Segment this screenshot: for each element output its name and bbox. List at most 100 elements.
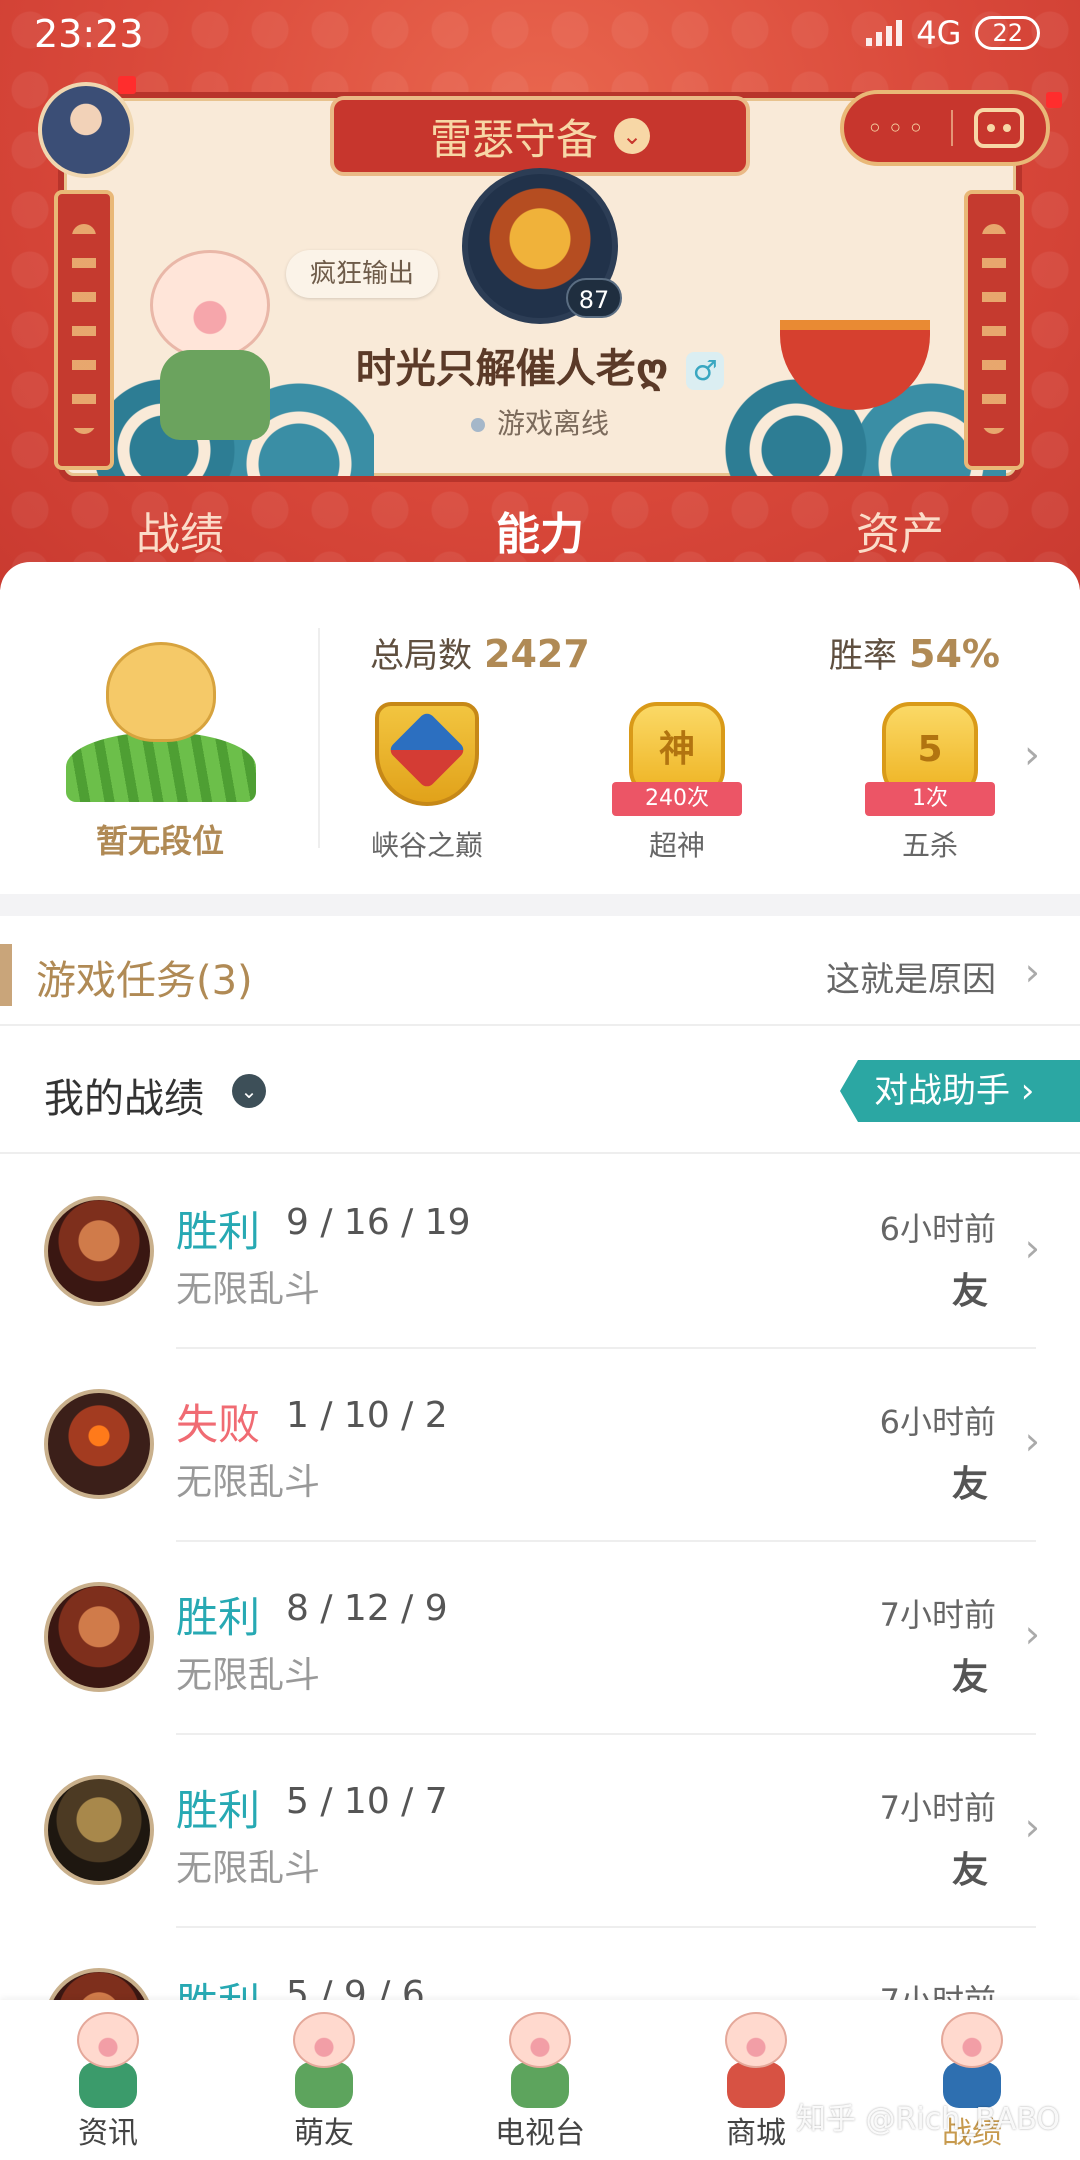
friend-badge: 友 (951, 1657, 988, 1698)
nav-tv[interactable]: 电视台 (432, 2000, 648, 2160)
match-row[interactable]: 胜利 5 / 9 / 6 7小时前 (0, 1928, 1080, 2001)
nav-label: 电视台 (495, 2116, 585, 2151)
match-mode: 无限乱斗 (176, 1462, 321, 1503)
match-time: 6小时前 (879, 1403, 996, 1441)
nickname-text: 时光只解催人老ღ (355, 346, 669, 392)
match-time: 7小时前 (879, 1789, 996, 1827)
champion-avatar (44, 1389, 154, 1499)
win-rate: 胜率 54% (829, 628, 1000, 677)
match-row[interactable]: 胜利 9 / 16 / 19 无限乱斗 6小时前 友 › (0, 1156, 1080, 1349)
match-result: 胜利 (176, 1970, 260, 2001)
pig-shop-icon (713, 2012, 799, 2112)
more-button[interactable]: ◦◦◦ (844, 112, 951, 145)
stats-card[interactable]: 暂无段位 总局数 2427 胜率 54% 峡谷之巅 神 240次 超神 5 1次 五… (0, 592, 1080, 894)
online-status-text: 游戏离线 (496, 407, 609, 440)
rank-emblem-icon (66, 632, 256, 802)
notification-dot (118, 76, 136, 94)
pig-face (77, 2012, 139, 2068)
total-games-value: 2427 (484, 632, 590, 676)
match-time: 6小时前 (879, 1210, 996, 1248)
server-selector[interactable]: 雷瑟守备 ⌄ (330, 96, 750, 176)
champion-avatar (44, 1582, 154, 1692)
signal-icon (866, 20, 903, 46)
status-bar: 23:23 4G 22 (0, 0, 1080, 70)
chevron-right-icon: › (1024, 950, 1040, 994)
section-gap (0, 894, 1080, 916)
win-rate-label: 胜率 (829, 636, 898, 676)
rank-label: 暂无段位 (95, 822, 224, 860)
pig-body (511, 2062, 569, 2108)
match-kda: 5 / 9 / 6 (286, 1974, 425, 2001)
game-tasks-link[interactable]: 这就是原因 (826, 952, 996, 1001)
medal-legendary[interactable]: 神 240次 超神 (602, 702, 752, 862)
nav-news[interactable]: 资讯 (0, 2000, 216, 2160)
chevron-right-icon: › (1024, 1419, 1040, 1463)
notification-dot (1046, 92, 1062, 108)
pig-tv-icon (497, 2012, 583, 2112)
grass-decoration (66, 732, 256, 802)
male-gender-icon: ♂ (686, 352, 725, 390)
match-row[interactable]: 失败 1 / 10 / 2 无限乱斗 6小时前 友 › (0, 1349, 1080, 1542)
header-curve (0, 562, 1080, 590)
badge-glyph: 5 (917, 729, 943, 770)
total-games: 总局数 2427 (370, 628, 590, 677)
friend-badge: 友 (951, 1850, 988, 1891)
chevron-right-icon: › (1024, 1805, 1040, 1849)
teemo-mascot (106, 642, 216, 742)
medal-count: 240次 (612, 782, 742, 816)
pig-body (295, 2062, 353, 2108)
win-rate-value: 54% (909, 632, 1000, 676)
divider (318, 628, 320, 848)
watermark: 知乎 @Rich_BABO (796, 2102, 1060, 2137)
match-result: 胜利 (176, 1593, 261, 1642)
pig-news-icon (65, 2012, 151, 2112)
chevron-right-icon: › (1024, 1226, 1040, 1270)
level-badge: 87 (566, 278, 622, 318)
player-nickname: 时光只解催人老ღ ♂ (0, 336, 1080, 394)
shield-emblem-icon (375, 702, 479, 806)
medal-summit[interactable]: 峡谷之巅 (352, 702, 502, 862)
status-indicators: 4G 22 (866, 14, 1040, 52)
champion-avatar (44, 1968, 154, 2001)
my-record-title[interactable]: 我的战绩 (44, 1066, 204, 1124)
accent-bar (0, 944, 12, 1006)
nav-friends[interactable]: 萌友 (216, 2000, 432, 2160)
total-games-label: 总局数 (370, 636, 472, 676)
match-kda: 1 / 10 / 2 (286, 1395, 448, 1436)
match-row[interactable]: 胜利 8 / 12 / 9 无限乱斗 7小时前 友 › (0, 1542, 1080, 1735)
network-type: 4G (916, 14, 962, 52)
status-time: 23:23 (34, 12, 144, 56)
game-tasks-title: 游戏任务(3) (36, 958, 253, 1004)
champion-avatar (44, 1775, 154, 1885)
match-mode: 无限乱斗 (176, 1269, 321, 1310)
battery-icon: 22 (975, 16, 1040, 50)
medal-pentakill[interactable]: 5 1次 五杀 (855, 702, 1005, 862)
match-time: 7小时前 (879, 1596, 996, 1634)
match-row[interactable]: 胜利 5 / 10 / 7 无限乱斗 7小时前 友 › (0, 1735, 1080, 1928)
nav-label: 萌友 (294, 2116, 354, 2151)
medal-count: 1次 (865, 782, 995, 816)
chevron-down-icon[interactable]: ⌄ (232, 1074, 266, 1108)
my-record-header: 我的战绩 ⌄ 对战助手 › (0, 1028, 1080, 1154)
status-dot-icon (470, 418, 485, 432)
assistant-bot-button[interactable] (953, 108, 1046, 148)
battle-assistant-button[interactable]: 对战助手 › (840, 1060, 1080, 1122)
robot-icon (974, 108, 1025, 148)
match-kda: 8 / 12 / 9 (286, 1588, 448, 1629)
game-tasks-row[interactable]: 游戏任务(3) 这就是原因 › (0, 916, 1080, 1026)
match-result: 胜利 (176, 1786, 261, 1835)
chevron-right-icon[interactable]: › (1024, 732, 1040, 778)
badge-glyph: 神 (658, 729, 695, 770)
user-avatar[interactable] (38, 82, 134, 178)
match-result: 失败 (176, 1400, 261, 1449)
profile-header: 23:23 4G 22 雷瑟守备 ⌄ ◦◦◦ 疯狂输出 87 时光只解催人老ღ ♂… (0, 0, 1080, 590)
friend-badge: 友 (951, 1464, 988, 1505)
medal-label: 五杀 (901, 829, 958, 862)
server-name: 雷瑟守备 (429, 114, 598, 164)
match-mode: 无限乱斗 (176, 1848, 321, 1889)
friend-badge: 友 (951, 1271, 988, 1312)
pig-body (79, 2062, 137, 2108)
pig-face (293, 2012, 355, 2068)
pig-face (941, 2012, 1003, 2068)
medal-label: 峡谷之巅 (370, 829, 483, 862)
